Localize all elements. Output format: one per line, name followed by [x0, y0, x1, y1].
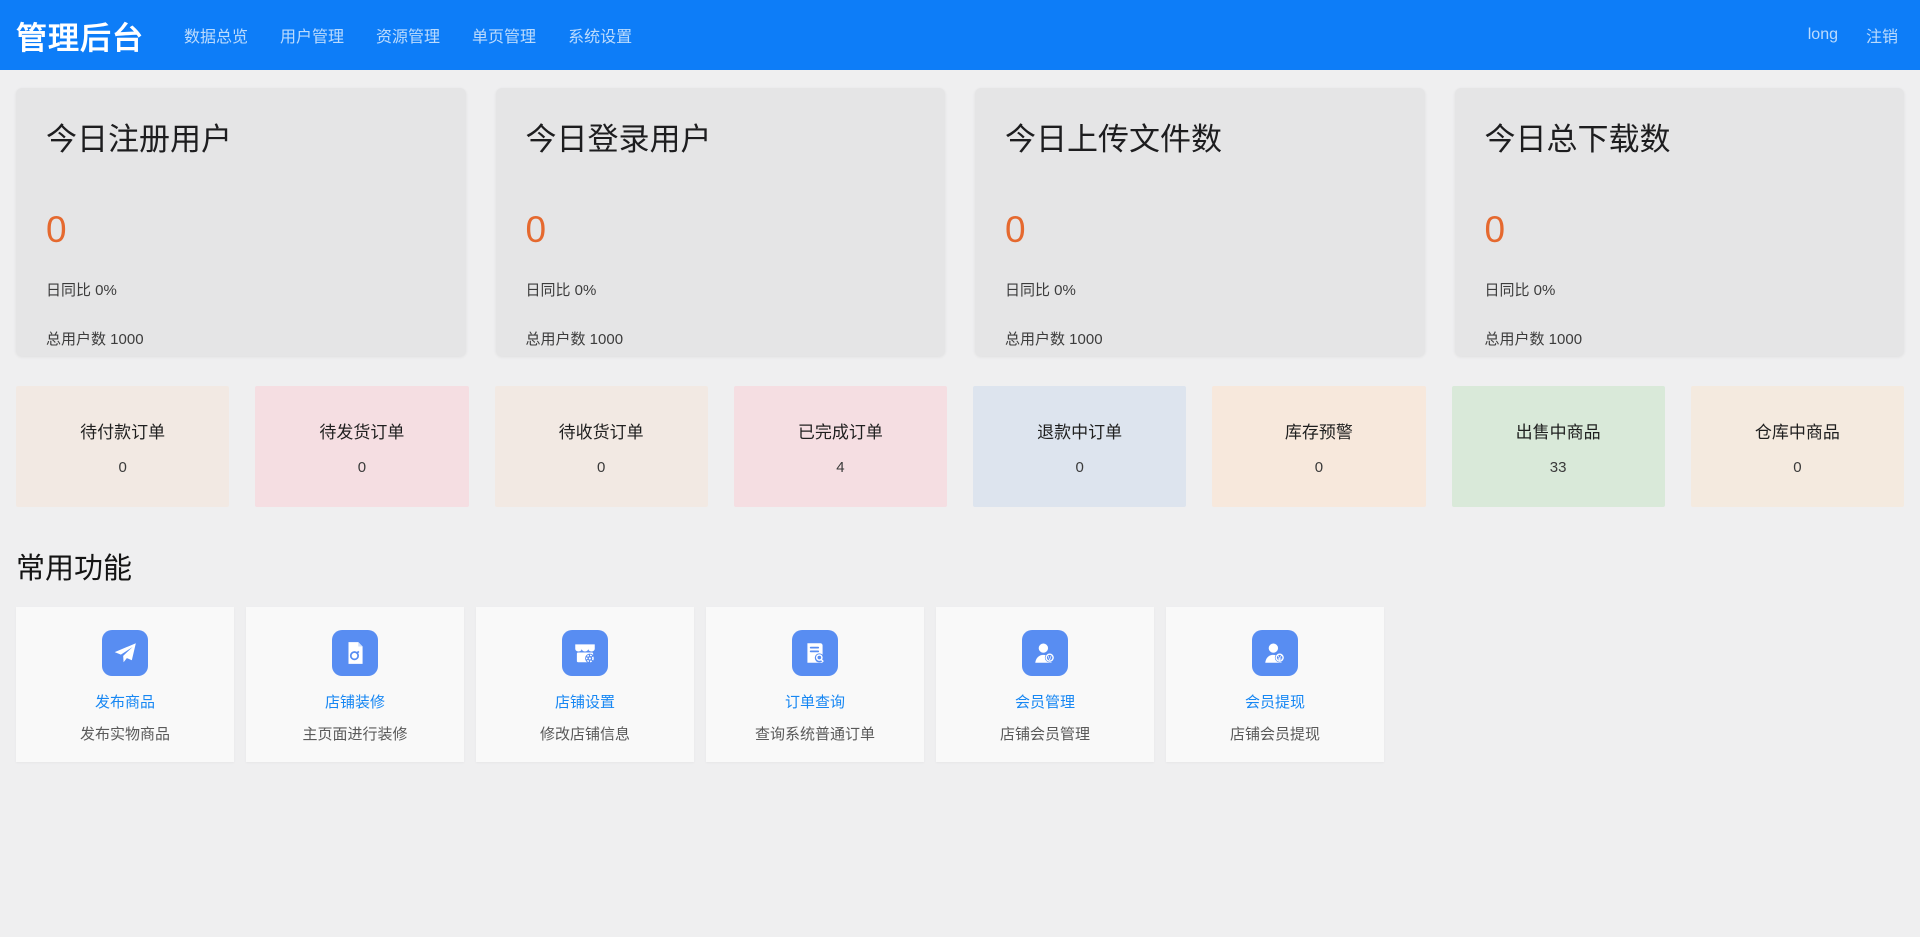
stat-card-title: 今日上传文件数	[1005, 114, 1395, 159]
quick-action-name: 订单查询	[706, 691, 924, 712]
quick-action-desc: 店铺会员提现	[1166, 723, 1384, 744]
order-tile-1[interactable]: 待发货订单 0	[255, 386, 468, 507]
nav-item-4[interactable]: 系统设置	[568, 23, 632, 47]
order-tile-label: 出售中商品	[1516, 418, 1601, 443]
order-tile-4[interactable]: 退款中订单 0	[973, 386, 1186, 507]
quick-action-4[interactable]: v 会员管理店铺会员管理	[936, 607, 1154, 762]
quick-action-desc: 发布实物商品	[16, 723, 234, 744]
order-tile-0[interactable]: 待付款订单 0	[16, 386, 229, 507]
stat-card-3: 今日总下载数 0 日同比 0% 总用户数 1000	[1455, 88, 1905, 356]
member-manage-icon: v	[1022, 630, 1068, 676]
stat-card-total-users: 总用户数 1000	[46, 328, 436, 349]
stat-cards-row: 今日注册用户 0 日同比 0% 总用户数 1000 今日登录用户 0 日同比 0% 总用户数 …	[0, 70, 1920, 356]
quick-action-name: 会员提现	[1166, 691, 1384, 712]
quick-action-desc: 主页面进行装修	[246, 723, 464, 744]
order-tile-label: 待付款订单	[80, 418, 165, 443]
main-nav: 数据总览 用户管理 资源管理 单页管理 系统设置	[184, 23, 632, 47]
nav-item-3[interactable]: 单页管理	[472, 23, 536, 47]
order-tile-count: 0	[1075, 459, 1083, 476]
order-search-icon	[792, 630, 838, 676]
nav-item-1[interactable]: 用户管理	[280, 23, 344, 47]
stat-card-total-users: 总用户数 1000	[1005, 328, 1395, 349]
nav-item-0[interactable]: 数据总览	[184, 23, 248, 47]
nav-item-2[interactable]: 资源管理	[376, 23, 440, 47]
quick-action-3[interactable]: 订单查询查询系统普通订单	[706, 607, 924, 762]
quick-action-name: 发布商品	[16, 691, 234, 712]
stat-card-value: 0	[526, 209, 916, 251]
stat-card-day-ratio: 日同比 0%	[1485, 279, 1875, 300]
section-title-common-functions: 常用功能	[16, 545, 1904, 587]
order-tile-6[interactable]: 出售中商品 33	[1452, 386, 1665, 507]
order-tile-count: 0	[597, 459, 605, 476]
stat-card-day-ratio: 日同比 0%	[1005, 279, 1395, 300]
stat-card-value: 0	[1485, 209, 1875, 251]
order-tile-count: 0	[1793, 459, 1801, 476]
quick-action-name: 店铺装修	[246, 691, 464, 712]
logout-link[interactable]: 注销	[1866, 23, 1898, 47]
stat-card-0: 今日注册用户 0 日同比 0% 总用户数 1000	[16, 88, 466, 356]
order-tile-count: 0	[358, 459, 366, 476]
stat-card-total-users: 总用户数 1000	[1485, 328, 1875, 349]
nav-user-area: long 注销	[1808, 23, 1898, 47]
order-tile-label: 待收货订单	[559, 418, 644, 443]
order-tile-count: 4	[836, 459, 844, 476]
dashboard-main: 今日注册用户 0 日同比 0% 总用户数 1000 今日登录用户 0 日同比 0% 总用户数 …	[0, 70, 1920, 762]
stat-card-day-ratio: 日同比 0%	[46, 279, 436, 300]
page-decorate-icon	[332, 630, 378, 676]
stat-card-1: 今日登录用户 0 日同比 0% 总用户数 1000	[496, 88, 946, 356]
order-tile-label: 仓库中商品	[1755, 418, 1840, 443]
stat-card-title: 今日登录用户	[526, 114, 916, 159]
stat-card-title: 今日注册用户	[46, 114, 436, 159]
order-tile-3[interactable]: 已完成订单 4	[734, 386, 947, 507]
order-tile-count: 0	[118, 459, 126, 476]
stat-card-2: 今日上传文件数 0 日同比 0% 总用户数 1000	[975, 88, 1425, 356]
quick-action-name: 会员管理	[936, 691, 1154, 712]
quick-action-0[interactable]: 发布商品发布实物商品	[16, 607, 234, 762]
svg-text:v: v	[1048, 655, 1052, 662]
quick-action-name: 店铺设置	[476, 691, 694, 712]
paper-plane-icon	[102, 630, 148, 676]
stat-card-day-ratio: 日同比 0%	[526, 279, 916, 300]
member-withdraw-icon: ¥	[1252, 630, 1298, 676]
order-tile-5[interactable]: 库存预警 0	[1212, 386, 1425, 507]
stat-card-title: 今日总下载数	[1485, 114, 1875, 159]
order-tile-7[interactable]: 仓库中商品 0	[1691, 386, 1904, 507]
stat-card-total-users: 总用户数 1000	[526, 328, 916, 349]
top-navbar: 管理后台 数据总览 用户管理 资源管理 单页管理 系统设置 long 注销	[0, 0, 1920, 70]
stat-card-value: 0	[1005, 209, 1395, 251]
quick-action-desc: 查询系统普通订单	[706, 723, 924, 744]
order-tile-label: 库存预警	[1285, 418, 1353, 443]
app-title: 管理后台	[16, 13, 144, 58]
order-tile-2[interactable]: 待收货订单 0	[495, 386, 708, 507]
order-tile-count: 0	[1315, 459, 1323, 476]
quick-action-1[interactable]: 店铺装修主页面进行装修	[246, 607, 464, 762]
order-tile-count: 33	[1550, 459, 1567, 476]
quick-action-desc: 修改店铺信息	[476, 723, 694, 744]
quick-functions-section: 常用功能 发布商品发布实物商品店铺装修主页面进行装修店铺设置修改店铺信息订单查询…	[0, 545, 1920, 762]
order-tiles-row: 待付款订单 0 待发货订单 0 待收货订单 0 已完成订单 4 退款中订单 0 库存预警 0 出售中商品…	[0, 386, 1920, 507]
quick-actions-grid: 发布商品发布实物商品店铺装修主页面进行装修店铺设置修改店铺信息订单查询查询系统普…	[16, 607, 1904, 762]
order-tile-label: 退款中订单	[1037, 418, 1122, 443]
username-link[interactable]: long	[1808, 26, 1838, 44]
order-tile-label: 已完成订单	[798, 418, 883, 443]
quick-action-2[interactable]: 店铺设置修改店铺信息	[476, 607, 694, 762]
shop-settings-icon	[562, 630, 608, 676]
quick-action-desc: 店铺会员管理	[936, 723, 1154, 744]
stat-card-value: 0	[46, 209, 436, 251]
order-tile-label: 待发货订单	[319, 418, 404, 443]
quick-action-5[interactable]: ¥ 会员提现店铺会员提现	[1166, 607, 1384, 762]
